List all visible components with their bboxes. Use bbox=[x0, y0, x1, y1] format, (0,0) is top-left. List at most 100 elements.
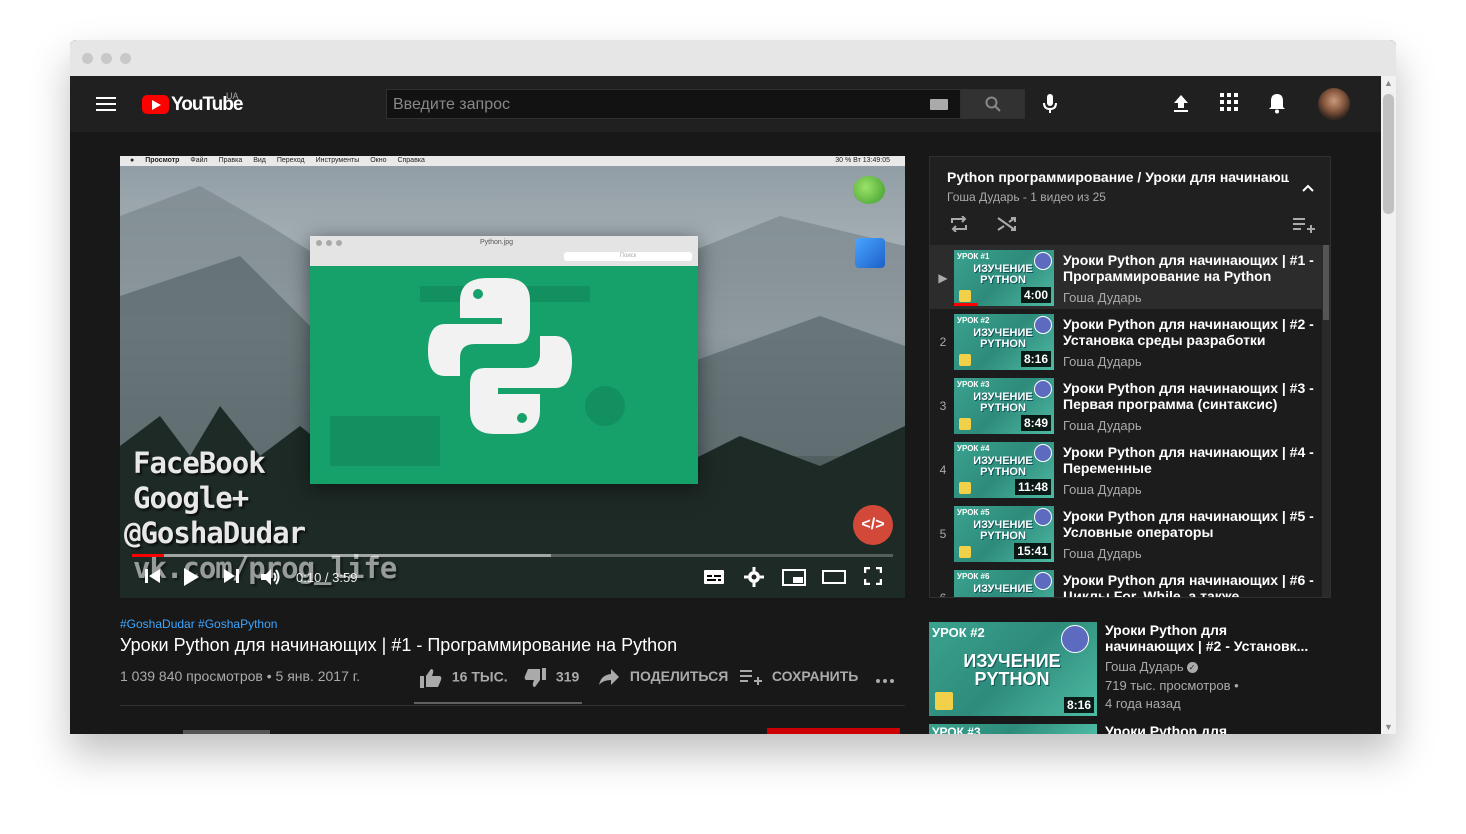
hashtags[interactable]: #GoshaDudar #GoshaPython bbox=[120, 617, 277, 631]
loop-icon[interactable] bbox=[949, 216, 969, 232]
playlist-scrollbar[interactable] bbox=[1322, 245, 1330, 597]
thumb-caption: ИЗУЧЕНИЕ PYTHON bbox=[973, 455, 1033, 478]
mac-menubar: ● Просмотр Файл Правка Вид Переход Инстр… bbox=[120, 156, 905, 166]
video-player[interactable]: ● Просмотр Файл Правка Вид Переход Инстр… bbox=[120, 156, 905, 598]
video-duration: 15:41 bbox=[1014, 543, 1051, 559]
subscribe-button[interactable] bbox=[767, 728, 900, 734]
video-duration: 8:16 bbox=[1020, 351, 1051, 367]
more-actions-icon[interactable] bbox=[875, 678, 895, 684]
apps-grid-icon[interactable] bbox=[1220, 93, 1238, 111]
shuffle-icon[interactable] bbox=[997, 216, 1017, 232]
subtitles-icon[interactable] bbox=[704, 570, 724, 584]
recommended-thumbnail[interactable]: УРОК #2 ИЗУЧЕНИЕ PYTHON 8:16 bbox=[929, 622, 1097, 716]
playlist-video-title[interactable]: Уроки Python для начинающих | #2 - Устан… bbox=[1063, 316, 1315, 348]
dislike-button[interactable]: 319 bbox=[524, 668, 579, 688]
mac-status: 30 % Вт 13:49:05 bbox=[835, 157, 890, 164]
user-avatar[interactable] bbox=[1318, 88, 1350, 120]
playlist-thumbnail[interactable]: УРОК #3 ИЗУЧЕНИЕ PYTHON 8:49 bbox=[954, 378, 1054, 434]
playlist-add-icon bbox=[740, 670, 762, 686]
page-scrollbar[interactable]: ▲ ▼ bbox=[1381, 76, 1396, 734]
playlist-thumbnail[interactable]: УРОК #5 ИЗУЧЕНИЕ PYTHON 15:41 bbox=[954, 506, 1054, 562]
volume-icon[interactable] bbox=[260, 567, 282, 587]
microphone-icon[interactable] bbox=[1043, 94, 1057, 114]
next-icon[interactable] bbox=[222, 567, 240, 585]
chevron-up-icon[interactable] bbox=[1302, 184, 1314, 192]
fullscreen-icon[interactable] bbox=[864, 567, 882, 585]
playlist-subtitle: Гоша Дударь - 1 видео из 25 bbox=[947, 190, 1106, 204]
playlist-video-title[interactable]: Уроки Python для начинающих | #1 - Прогр… bbox=[1063, 252, 1315, 284]
preview-filename: Python.jpg bbox=[480, 239, 514, 246]
thumbs-up-icon bbox=[420, 669, 442, 688]
watermark-google: Google+ bbox=[133, 481, 249, 515]
thumb-caption: ИЗУЧЕНИЕ bbox=[973, 583, 1033, 595]
theater-mode-icon[interactable] bbox=[822, 570, 846, 584]
dislike-count: 319 bbox=[555, 668, 580, 685]
progress-bar[interactable] bbox=[132, 554, 893, 557]
code-channel-badge: </> bbox=[853, 505, 893, 545]
playlist-item[interactable]: 6 УРОК #6 ИЗУЧЕНИЕ Уроки Python для начинаю… bbox=[930, 565, 1323, 597]
playlist-save-icon[interactable] bbox=[1293, 217, 1315, 233]
playlist-thumbnail[interactable]: УРОК #4 ИЗУЧЕНИЕ PYTHON 11:48 bbox=[954, 442, 1054, 498]
playlist-video-title[interactable]: Уроки Python для начинающих | #4 - Перем… bbox=[1063, 444, 1315, 476]
playlist-thumbnail[interactable]: УРОК #2 ИЗУЧЕНИЕ PYTHON 8:16 bbox=[954, 314, 1054, 370]
recommended-video[interactable]: УРОК #2 ИЗУЧЕНИЕ PYTHON 8:16 Уроки Pytho… bbox=[929, 622, 1331, 717]
xcode-icon bbox=[855, 238, 885, 268]
close-dot[interactable] bbox=[82, 53, 93, 64]
playlist-title[interactable]: Python программирование / Уроки для начи… bbox=[947, 169, 1289, 185]
menu-icon[interactable] bbox=[96, 97, 116, 111]
python-icon bbox=[1034, 572, 1052, 590]
thumb-caption: ИЗУЧЕНИЕ PYTHON bbox=[973, 391, 1033, 414]
playlist-item[interactable]: ▶ УРОК #1 ИЗУЧЕНИЕ PYTHON 4:00 Уроки Python … bbox=[930, 245, 1323, 309]
playlist-item[interactable]: 2 УРОК #2 ИЗУЧЕНИЕ PYTHON 8:16 Уроки Python … bbox=[930, 309, 1323, 373]
desktop-app-icon bbox=[853, 176, 885, 204]
search-box[interactable]: Введите запрос bbox=[386, 89, 961, 119]
verified-check-icon: ✓ bbox=[1186, 662, 1198, 674]
like-button[interactable]: 16 ТЫС. bbox=[420, 668, 508, 688]
recommended-title[interactable]: Уроки Python для начинающих | #2 - Устан… bbox=[1105, 622, 1315, 654]
playlist-item[interactable]: 4 УРОК #4 ИЗУЧЕНИЕ PYTHON 11:48 Уроки Python… bbox=[930, 437, 1323, 501]
playlist-thumbnail[interactable]: УРОК #1 ИЗУЧЕНИЕ PYTHON 4:00 bbox=[954, 250, 1054, 306]
upload-icon[interactable] bbox=[1172, 93, 1190, 113]
python-logo-icon bbox=[959, 290, 971, 302]
scroll-up-icon[interactable]: ▲ bbox=[1381, 76, 1396, 90]
minimize-dot[interactable] bbox=[101, 53, 112, 64]
thumb-caption: ИЗУЧЕНИЕ PYTHON bbox=[973, 327, 1033, 350]
playlist-index: ▶ bbox=[938, 271, 948, 285]
thumb-lesson: УРОК #3 bbox=[932, 725, 981, 734]
settings-gear-icon[interactable] bbox=[744, 567, 764, 587]
python-icon bbox=[1061, 625, 1089, 653]
save-button[interactable]: СОХРАНИТЬ bbox=[740, 668, 858, 686]
next-recommended-thumbnail[interactable]: УРОК #3 bbox=[929, 724, 1097, 734]
playlist-video-title[interactable]: Уроки Python для начинающих | #3 - Перва… bbox=[1063, 380, 1315, 412]
python-logo-icon bbox=[959, 546, 971, 558]
playlist-index: 4 bbox=[939, 463, 947, 477]
share-button[interactable]: ПОДЕЛИТЬСЯ bbox=[598, 668, 728, 686]
search-button[interactable] bbox=[961, 89, 1025, 119]
playlist-index: 5 bbox=[939, 527, 947, 541]
previous-icon[interactable] bbox=[144, 567, 162, 585]
zoom-dot[interactable] bbox=[120, 53, 131, 64]
playlist-item[interactable]: 5 УРОК #5 ИЗУЧЕНИЕ PYTHON 15:41 Уроки Python… bbox=[930, 501, 1323, 565]
play-icon[interactable] bbox=[182, 567, 200, 587]
playlist-video-title[interactable]: Уроки Python для начинающих | #5 - Услов… bbox=[1063, 508, 1315, 540]
scroll-thumb[interactable] bbox=[1383, 94, 1394, 214]
thumb-lesson: УРОК #4 bbox=[957, 444, 990, 453]
mac-menu-item: Окно bbox=[370, 157, 387, 164]
watermark-facebook: FaceBook bbox=[133, 446, 266, 480]
thumb-lesson: УРОК #2 bbox=[932, 625, 985, 640]
python-logo-icon bbox=[935, 692, 953, 710]
preview-search: Поиск bbox=[564, 252, 692, 261]
keyboard-icon[interactable] bbox=[930, 99, 948, 110]
notifications-bell-icon[interactable] bbox=[1268, 93, 1286, 114]
next-recommended-title[interactable]: Уроки Python для bbox=[1105, 723, 1227, 734]
playlist-video-title[interactable]: Уроки Python для начинающих | #6 - Циклы… bbox=[1063, 572, 1315, 597]
video-title: Уроки Python для начинающих | #1 - Прогр… bbox=[120, 635, 678, 655]
scroll-down-icon[interactable]: ▼ bbox=[1381, 720, 1396, 734]
thumb-lesson: УРОК #2 bbox=[957, 316, 990, 325]
playlist-thumbnail[interactable]: УРОК #6 ИЗУЧЕНИЕ bbox=[954, 570, 1054, 597]
country-code: UA bbox=[226, 91, 239, 101]
miniplayer-icon[interactable] bbox=[782, 569, 806, 586]
thumb-caption: ИЗУЧЕНИЕ PYTHON bbox=[963, 651, 1061, 689]
search-input[interactable]: Введите запрос bbox=[393, 96, 510, 114]
playlist-item[interactable]: 3 УРОК #3 ИЗУЧЕНИЕ PYTHON 8:49 Уроки Python … bbox=[930, 373, 1323, 437]
